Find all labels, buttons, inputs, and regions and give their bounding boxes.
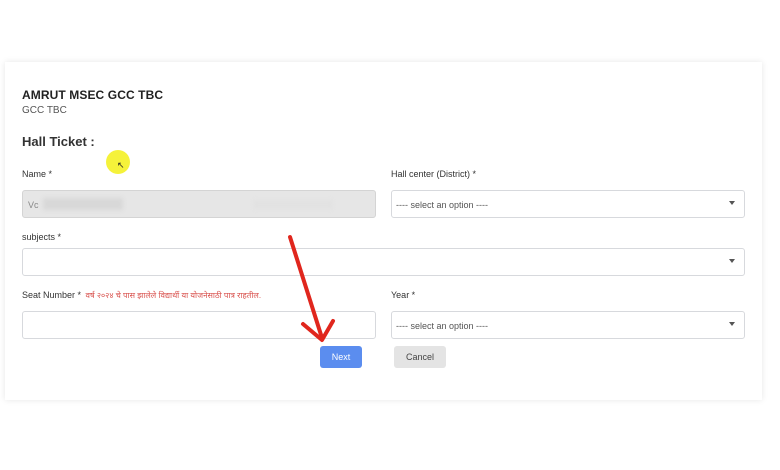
annotation-arrow-icon — [288, 235, 335, 342]
